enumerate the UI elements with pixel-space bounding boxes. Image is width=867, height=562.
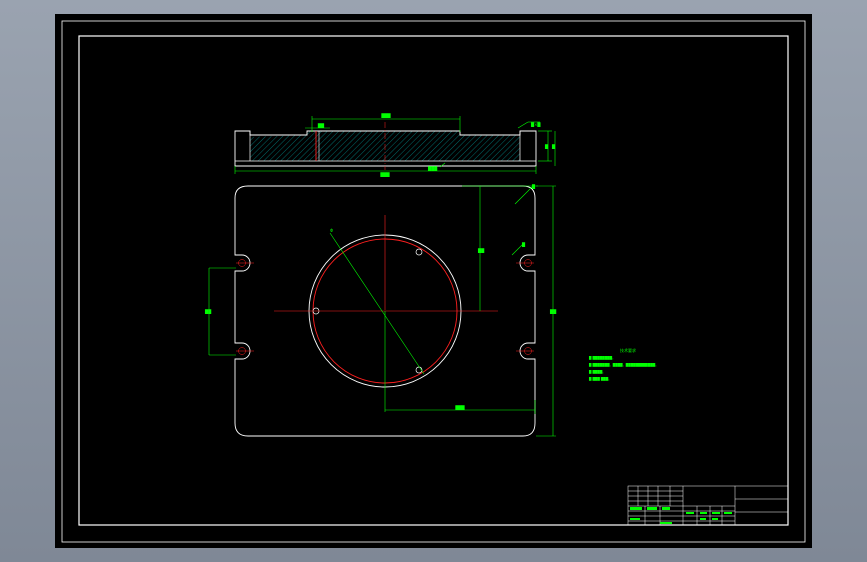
tech-requirement-line-4: █ ███ ███。 (588, 377, 611, 381)
vertical-offset-dimension: ██ (477, 248, 485, 253)
cad-drawing: ███ ██ █×█ █ █ ███ ███ Φ █ █ ██ ██ ██ ██… (55, 14, 812, 548)
cad-viewport: ███ ██ █×█ █ █ ███ ███ Φ █ █ ██ ██ ██ ██… (0, 0, 867, 562)
slot-spacing-dimension: ██ (204, 309, 212, 314)
diameter-label: Φ (330, 228, 333, 233)
section-bottom-dimension: ███ (379, 172, 390, 177)
tech-requirements-title: 技术要求 (620, 347, 636, 353)
overall-height-dimension: ██ (549, 309, 557, 314)
tech-requirement-line-1: █ ████████。 (588, 356, 615, 360)
drawing-sheet (55, 14, 812, 548)
section-corner-label: █×█ (530, 122, 541, 127)
section-left-dimension: ██ (317, 123, 325, 128)
section-surface-label: ███ (427, 166, 438, 171)
horizontal-offset-dimension: ███ (454, 405, 465, 410)
section-top-dimension: ███ (380, 113, 391, 118)
tech-requirement-line-3: █ ████。 (588, 370, 605, 374)
tech-requirement-line-2: █ ███████，████，████████████。 (588, 363, 658, 367)
